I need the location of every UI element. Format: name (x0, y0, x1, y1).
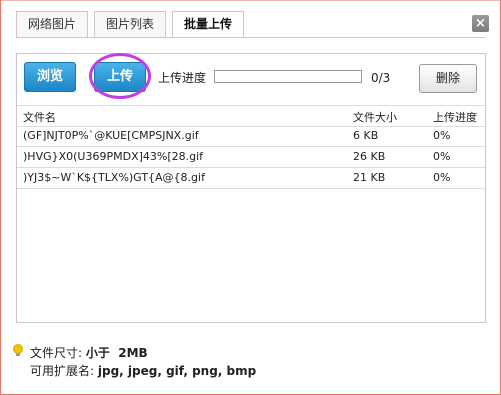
file-name: )YJ3$~W`K${TLX%)GT{A@{8.gif (23, 171, 205, 184)
upload-panel: 浏览 上传 上传进度 0/3 删除 文件名 文件大小 上传进度 (GF]NJT0… (16, 53, 486, 323)
file-progress: 0% (433, 150, 451, 163)
file-name: (GF]NJT0P%`@KUE[CMPSJNX.gif (23, 129, 199, 142)
file-name: )HVG}X0(U369PMDX]43%[28.gif (23, 150, 204, 163)
header-filesize: 文件大小 (353, 111, 397, 124)
header-progress: 上传进度 (433, 111, 477, 124)
upload-highlight-ring (89, 53, 151, 99)
extension-value: jpg, jpeg, gif, png, bmp (97, 364, 257, 378)
file-size-info: 文件尺寸: 小于 2MB (30, 344, 148, 361)
file-size: 6 KB (353, 129, 379, 142)
file-size-label: 文件尺寸: (30, 346, 83, 360)
browse-button[interactable]: 浏览 (24, 62, 76, 92)
file-size: 26 KB (353, 150, 386, 163)
table-header: 文件名 文件大小 上传进度 (17, 105, 485, 127)
progress-bar (214, 70, 362, 83)
delete-button[interactable]: 删除 (419, 64, 477, 93)
extension-info: 可用扩展名: jpg, jpeg, gif, png, bmp (30, 362, 256, 379)
tab-underline (16, 37, 485, 38)
progress-count: 0/3 (371, 71, 391, 85)
table-row[interactable]: )YJ3$~W`K${TLX%)GT{A@{8.gif 21 KB 0% (17, 168, 485, 189)
table-row[interactable]: )HVG}X0(U369PMDX]43%[28.gif 26 KB 0% (17, 147, 485, 168)
file-progress: 0% (433, 129, 451, 142)
header-filename: 文件名 (23, 111, 56, 124)
tab-batch-upload[interactable]: 批量上传 (172, 11, 244, 38)
lightbulb-icon (13, 344, 23, 356)
file-size: 21 KB (353, 171, 386, 184)
close-icon: × (475, 16, 486, 31)
close-button[interactable]: × (472, 15, 489, 32)
progress-label: 上传进度 (158, 71, 207, 85)
tab-web-image[interactable]: 网络图片 (16, 11, 88, 37)
extension-label: 可用扩展名: (30, 364, 95, 378)
table-row[interactable]: (GF]NJT0P%`@KUE[CMPSJNX.gif 6 KB 0% (17, 126, 485, 147)
file-progress: 0% (433, 171, 451, 184)
tab-image-list[interactable]: 图片列表 (94, 11, 166, 37)
file-size-value: 小于 2MB (85, 346, 148, 360)
